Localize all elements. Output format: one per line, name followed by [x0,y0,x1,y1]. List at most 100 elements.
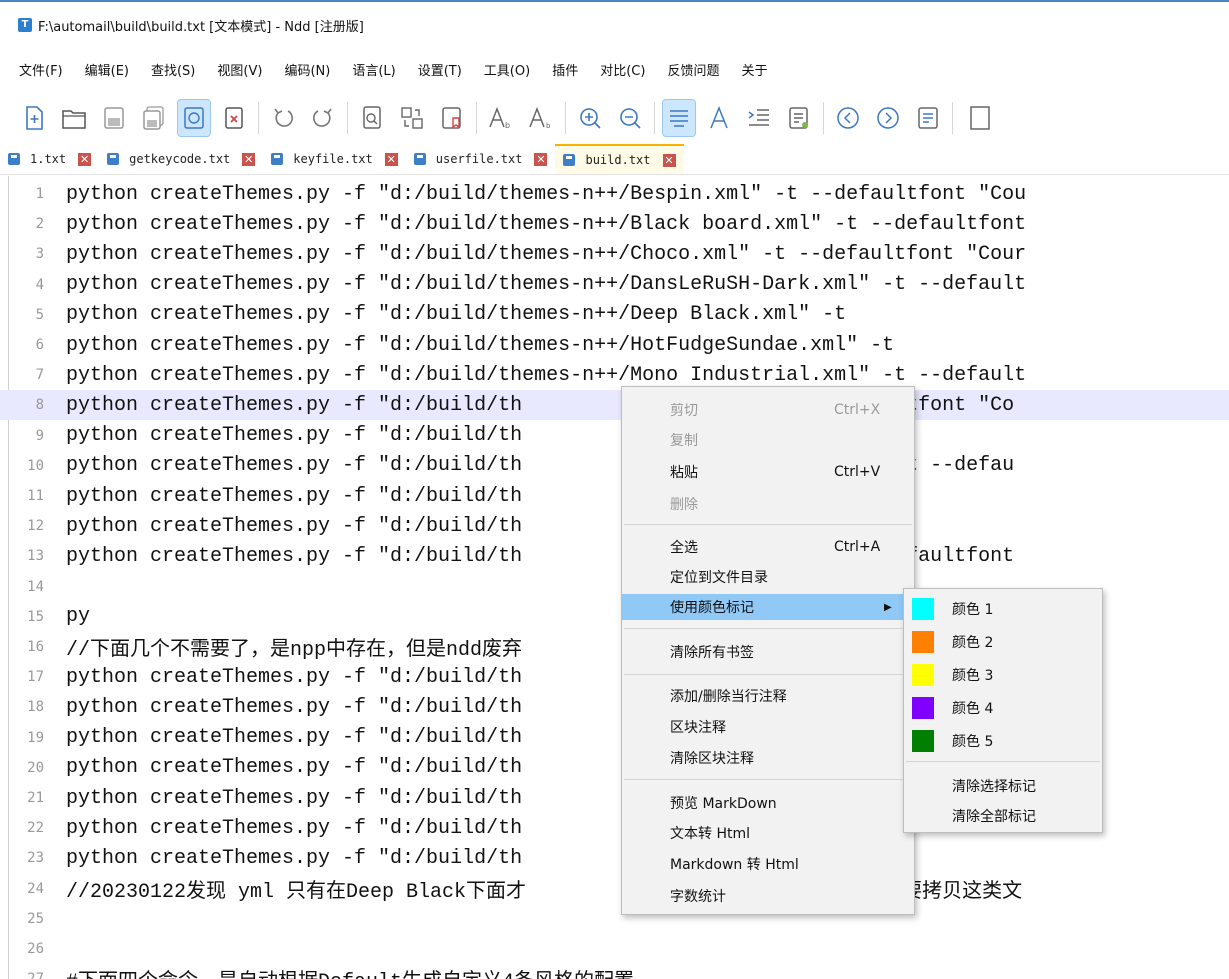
next-button[interactable] [872,100,904,136]
code-line[interactable]: 25 [0,904,1229,934]
color-mark-5[interactable]: 颜色 5 [904,726,1102,756]
clear-all-marks[interactable]: 清除全部标记 [904,801,1102,831]
menu-item-paste[interactable]: 粘贴 Ctrl+V [622,459,914,485]
text-editor[interactable]: 1 python createThemes.py -f "d:/build/the… [0,176,1229,979]
code-line[interactable]: 24//20230122发现 yml 只有在Deep Black下面才 主题没有… [0,874,1229,904]
close-icon[interactable]: ✕ [662,153,676,167]
zoom-out-button[interactable] [614,100,646,136]
tab-keyfile-txt[interactable]: keyfile.txt ✕ [263,144,405,174]
color-mark-3[interactable]: 颜色 3 [904,660,1102,690]
menu-view[interactable]: 视图(V) [206,60,273,79]
menu-item-color-mark[interactable]: 使用颜色标记 ▶ [622,594,914,620]
auto-save-button[interactable] [177,99,211,137]
show-symbols-button[interactable] [703,100,735,136]
code-line[interactable]: 23 python createThemes.py -f "d:/build/th… [0,843,1229,873]
redo-button[interactable] [307,100,339,136]
file-format-button[interactable] [783,100,815,136]
tab-getkeycode-txt[interactable]: getkeycode.txt ✕ [99,144,263,174]
close-icon[interactable]: ✕ [384,152,398,166]
open-file-button[interactable] [58,100,90,136]
menu-item-locate-dir[interactable]: 定位到文件目录 [622,564,914,590]
menu-compare[interactable]: 对比(C) [589,60,656,79]
code-line[interactable]: 2 python createThemes.py -f "d:/build/the… [0,209,1229,239]
code-line[interactable]: 11 python createThemes.py -f "d:/build/th… [0,481,1229,511]
find-button[interactable] [356,100,388,136]
menu-item-clear-bookmarks[interactable]: 清除所有书签 [622,639,914,665]
menu-item-markdown-to-html[interactable]: Markdown 转 Html [622,851,914,877]
menu-item-preview-markdown[interactable]: 预览 MarkDown [622,790,914,816]
code-line[interactable]: 9 python createThemes.py -f "d:/build/th … [0,421,1229,451]
menu-encoding[interactable]: 编码(N) [273,60,341,79]
save-button[interactable] [98,100,130,136]
code-line[interactable]: 4 python createThemes.py -f "d:/build/the… [0,270,1229,300]
code-line[interactable]: 7 python createThemes.py -f "d:/build/the… [0,360,1229,390]
close-file-button[interactable] [218,100,250,136]
menu-item-block-comment[interactable]: 区块注释 [622,714,914,740]
menu-about[interactable]: 关于 [730,60,778,79]
menu-feedback[interactable]: 反馈问题 [656,60,730,79]
redo-icon [313,108,332,127]
menu-separator [624,628,912,629]
line-number: 27 [0,971,66,979]
menu-separator [624,674,912,675]
tab-1-txt[interactable]: 1.txt ✕ [0,144,99,174]
code-line[interactable]: 5 python createThemes.py -f "d:/build/the… [0,300,1229,330]
color-mark-1[interactable]: 颜色 1 [904,594,1102,624]
replace-icon [401,107,423,129]
line-number: 11 [27,488,44,504]
save-all-button[interactable] [138,100,170,136]
menu-item-delete[interactable]: 删除 [622,491,914,517]
code-line[interactable]: 8 python createThemes.py -f "d:/build/th … [0,390,1229,421]
close-icon[interactable]: ✕ [534,152,548,166]
menu-bar: 文件(F) 编辑(E) 查找(S) 视图(V) 编码(N) 语言(L) 设置(T… [8,54,778,84]
color-mark-4[interactable]: 颜色 4 [904,693,1102,723]
new-file-button[interactable] [18,100,50,136]
code-line[interactable]: 26 [0,934,1229,964]
zoom-font-down-button[interactable]: b [525,100,557,136]
close-icon[interactable]: ✕ [242,152,256,166]
prev-button[interactable] [832,100,864,136]
code-line[interactable]: 10 python createThemes.py -f "d:/build/th… [0,451,1229,481]
clear-selected-marks[interactable]: 清除选择标记 [904,771,1102,801]
menu-search[interactable]: 查找(S) [140,60,206,79]
code-line[interactable]: 12 python createThemes.py -f "d:/build/th… [0,511,1229,541]
tab-build-txt[interactable]: build.txt ✕ [555,144,684,174]
code-line[interactable]: 6 python createThemes.py -f "d:/build/the… [0,330,1229,360]
menu-tools[interactable]: 工具(O) [473,60,541,79]
line-number: 22 [27,820,44,837]
indent-guide-button[interactable] [743,100,775,136]
zoom-in-button[interactable] [574,100,606,136]
menu-item-toggle-comment[interactable]: 添加/删除当行注释 [622,683,914,709]
word-wrap-button[interactable] [662,99,696,137]
convert-button[interactable] [912,100,944,136]
panel-button[interactable] [961,100,993,136]
code-text: python createThemes.py -f "d:/build/th [66,695,523,719]
menu-item-text-to-html[interactable]: 文本转 Html [622,820,914,846]
menu-item-select-all[interactable]: 全选 Ctrl+A [622,534,914,560]
close-icon[interactable]: ✕ [78,152,92,166]
code-text: python createThemes.py -f "d:/build/th [66,756,523,780]
bookmark-button[interactable] [436,100,468,136]
color-mark-2[interactable]: 颜色 2 [904,627,1102,657]
tab-userfile-txt[interactable]: userfile.txt ✕ [406,144,556,174]
code-line[interactable]: 13 python createThemes.py -f "d:/build/th… [0,541,1229,571]
code-line[interactable]: 1 python createThemes.py -f "d:/build/the… [0,179,1229,209]
menu-plugins[interactable]: 插件 [541,60,589,79]
menu-item-clear-block-comment[interactable]: 清除区块注释 [622,745,914,771]
menu-edit[interactable]: 编辑(E) [74,60,140,79]
replace-button[interactable] [396,100,428,136]
menu-file[interactable]: 文件(F) [8,60,74,79]
menu-language[interactable]: 语言(L) [341,60,406,79]
toolbar-separator [476,102,477,134]
undo-button[interactable] [267,100,299,136]
menu-item-word-count[interactable]: 字数统计 [622,883,914,909]
chevron-right-icon [877,107,899,129]
menu-settings[interactable]: 设置(T) [407,60,473,79]
menu-item-copy[interactable]: 复制 [622,427,914,453]
zoom-font-up-button[interactable]: b [485,100,517,136]
color-swatch [912,730,934,752]
code-line[interactable]: 3 python createThemes.py -f "d:/build/the… [0,239,1229,269]
menu-item-cut[interactable]: 剪切 Ctrl+X [622,397,914,423]
code-text: #下面四个命令，是自动根据Default生成自定义4条风格的配置 [66,964,634,979]
code-line[interactable]: 27#下面四个命令，是自动根据Default生成自定义4条风格的配置 [0,964,1229,979]
